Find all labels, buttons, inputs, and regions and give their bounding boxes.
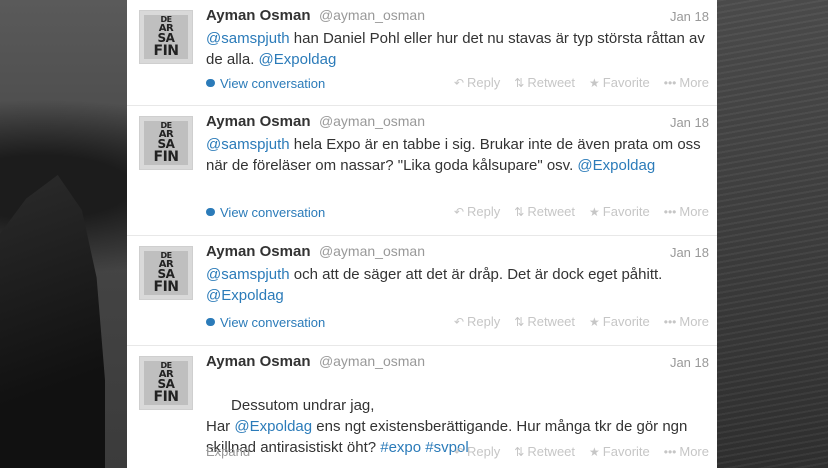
tweet-footer: View conversation ↶ Reply ⇅ Retweet ★ Favor…: [206, 204, 709, 222]
star-icon: ★: [589, 314, 600, 329]
avatar-image: DE AR SA FIN: [144, 361, 188, 405]
tweet-footer: View conversation ↶ Reply ⇅ Retweet ★ Favor…: [206, 75, 709, 93]
mention-link[interactable]: @samspjuth: [206, 266, 290, 283]
tweet[interactable]: DE AR SA FIN Ayman Osman @ayman_osman Ja…: [127, 346, 717, 468]
tweet-header: Ayman Osman @ayman_osman Jan 18: [206, 7, 709, 27]
retweet-icon: ⇅: [514, 444, 525, 459]
author-handle[interactable]: @ayman_osman: [319, 353, 425, 369]
tweet-date[interactable]: Jan 18: [670, 245, 709, 260]
tweet-actions: ↶ Reply ⇅ Retweet ★ Favorite ••• More: [454, 204, 709, 219]
author-handle[interactable]: @ayman_osman: [319, 113, 425, 129]
conversation-bubble-icon: [206, 208, 215, 216]
star-icon: ★: [589, 204, 600, 219]
more-button[interactable]: ••• More: [664, 444, 709, 459]
conversation-bubble-icon: [206, 79, 215, 87]
tweet-stream: DE AR SA FIN Ayman Osman @ayman_osman Ja…: [127, 0, 717, 468]
view-conversation-link[interactable]: View conversation: [206, 76, 325, 91]
retweet-button[interactable]: ⇅ Retweet: [514, 204, 575, 219]
tweet-actions: ↶ Reply ⇅ Retweet ★ Favorite ••• More: [454, 444, 709, 459]
tweet-date[interactable]: Jan 18: [670, 9, 709, 24]
view-conversation-label: View conversation: [220, 314, 326, 330]
view-conversation-label: View conversation: [220, 204, 326, 220]
tweet-actions: ↶ Reply ⇅ Retweet ★ Favorite ••• More: [454, 75, 709, 90]
more-button[interactable]: ••• More: [664, 314, 709, 329]
author-name[interactable]: Ayman Osman: [206, 7, 310, 24]
reply-button[interactable]: ↶ Reply: [454, 204, 500, 219]
favorite-button[interactable]: ★ Favorite: [589, 444, 650, 459]
tweet-text-segment: och att de säger att det är dråp. Det är…: [289, 266, 663, 283]
tweet[interactable]: DE AR SA FIN Ayman Osman @ayman_osman Ja…: [127, 106, 717, 236]
author-name[interactable]: Ayman Osman: [206, 353, 310, 370]
more-dots-icon: •••: [663, 444, 677, 459]
avatar[interactable]: DE AR SA FIN: [139, 246, 193, 300]
tweet-footer: Expand ↶ Reply ⇅ Retweet ★ Favorite ••• More: [206, 444, 709, 462]
author-handle[interactable]: @ayman_osman: [319, 243, 425, 259]
tweet-footer: View conversation ↶ Reply ⇅ Retweet ★ Favor…: [206, 314, 709, 332]
retweet-icon: ⇅: [514, 314, 525, 329]
favorite-button[interactable]: ★ Favorite: [589, 204, 650, 219]
mention-link[interactable]: @samspjuth: [206, 136, 290, 153]
avatar-image: DE AR SA FIN: [144, 121, 188, 165]
tweet-header: Ayman Osman @ayman_osman Jan 18: [206, 353, 709, 373]
more-dots-icon: •••: [663, 314, 677, 329]
tweet-date[interactable]: Jan 18: [670, 355, 709, 370]
tweet-header: Ayman Osman @ayman_osman Jan 18: [206, 113, 709, 133]
mention-link[interactable]: @Expoldag: [206, 287, 284, 304]
reply-button[interactable]: ↶ Reply: [454, 75, 500, 90]
star-icon: ★: [589, 444, 600, 459]
conversation-bubble-icon: [206, 318, 215, 326]
author-handle[interactable]: @ayman_osman: [319, 7, 425, 23]
tweet-actions: ↶ Reply ⇅ Retweet ★ Favorite ••• More: [454, 314, 709, 329]
mention-link[interactable]: @Expoldag: [259, 51, 337, 68]
retweet-button[interactable]: ⇅ Retweet: [514, 75, 575, 90]
avatar-image: DE AR SA FIN: [144, 251, 188, 295]
reply-button[interactable]: ↶ Reply: [454, 314, 500, 329]
author-name[interactable]: Ayman Osman: [206, 113, 310, 130]
view-conversation-link[interactable]: View conversation: [206, 205, 325, 220]
reply-icon: ↶: [453, 75, 465, 90]
mention-link[interactable]: @Expoldag: [234, 418, 312, 435]
retweet-icon: ⇅: [514, 204, 525, 219]
more-dots-icon: •••: [663, 204, 677, 219]
expand-link[interactable]: Expand: [206, 444, 250, 459]
tweet-header: Ayman Osman @ayman_osman Jan 18: [206, 243, 709, 263]
retweet-icon: ⇅: [514, 75, 525, 90]
reply-button[interactable]: ↶ Reply: [454, 444, 500, 459]
tweet[interactable]: DE AR SA FIN Ayman Osman @ayman_osman Ja…: [127, 0, 717, 106]
reply-icon: ↶: [453, 204, 465, 219]
avatar[interactable]: DE AR SA FIN: [139, 10, 193, 64]
more-button[interactable]: ••• More: [664, 204, 709, 219]
view-conversation-link[interactable]: View conversation: [206, 315, 325, 330]
background-water: [716, 0, 828, 468]
retweet-button[interactable]: ⇅ Retweet: [514, 444, 575, 459]
avatar[interactable]: DE AR SA FIN: [139, 116, 193, 170]
tweet-text: @samspjuth han Daniel Pohl eller hur det…: [206, 28, 706, 70]
mention-link[interactable]: @samspjuth: [206, 30, 290, 47]
star-icon: ★: [589, 75, 600, 90]
retweet-button[interactable]: ⇅ Retweet: [514, 314, 575, 329]
favorite-button[interactable]: ★ Favorite: [589, 75, 650, 90]
tweet[interactable]: DE AR SA FIN Ayman Osman @ayman_osman Ja…: [127, 236, 717, 346]
avatar[interactable]: DE AR SA FIN: [139, 356, 193, 410]
tweet-date[interactable]: Jan 18: [670, 115, 709, 130]
reply-icon: ↶: [453, 444, 465, 459]
author-name[interactable]: Ayman Osman: [206, 243, 310, 260]
mention-link[interactable]: @Expoldag: [577, 157, 655, 174]
more-dots-icon: •••: [663, 75, 677, 90]
avatar-image: DE AR SA FIN: [144, 15, 188, 59]
view-conversation-label: View conversation: [220, 75, 326, 91]
more-button[interactable]: ••• More: [664, 75, 709, 90]
tweet-text: @samspjuth hela Expo är en tabbe i sig. …: [206, 134, 706, 176]
reply-icon: ↶: [453, 314, 465, 329]
tweet-text: @samspjuth och att de säger att det är d…: [206, 264, 706, 306]
favorite-button[interactable]: ★ Favorite: [589, 314, 650, 329]
